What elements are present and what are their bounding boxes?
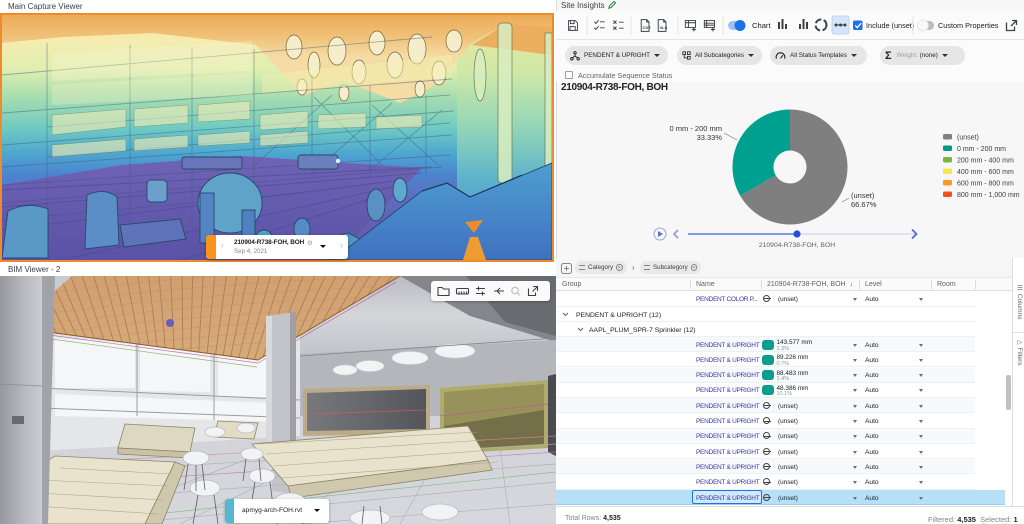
svg-text:(unset): (unset): [851, 191, 875, 200]
svg-text:210904-R738-FOH, BOH: 210904-R738-FOH, BOH: [759, 242, 835, 249]
svg-text:0 mm - 200 mm: 0 mm - 200 mm: [957, 146, 1006, 153]
svg-text:Custom Properties: Custom Properties: [938, 21, 999, 30]
svg-text:CSV: CSV: [643, 25, 652, 30]
svg-text:800 mm - 1,000 mm: 800 mm - 1,000 mm: [957, 192, 1020, 199]
svg-text:600 mm - 800 mm: 600 mm - 800 mm: [957, 181, 1014, 188]
svg-text:Include (unset): Include (unset): [866, 21, 914, 30]
svg-text:(unset): (unset): [957, 135, 979, 142]
svg-text:33.33%: 33.33%: [697, 133, 723, 142]
svg-text:66.67%: 66.67%: [851, 200, 877, 209]
svg-text:XLS: XLS: [660, 25, 668, 30]
svg-text:200 mm - 400 mm: 200 mm - 400 mm: [957, 158, 1014, 165]
svg-text:400 mm - 600 mm: 400 mm - 600 mm: [957, 169, 1014, 176]
svg-text:Chart: Chart: [752, 21, 771, 30]
svg-text:0 mm - 200 mm: 0 mm - 200 mm: [669, 124, 722, 133]
